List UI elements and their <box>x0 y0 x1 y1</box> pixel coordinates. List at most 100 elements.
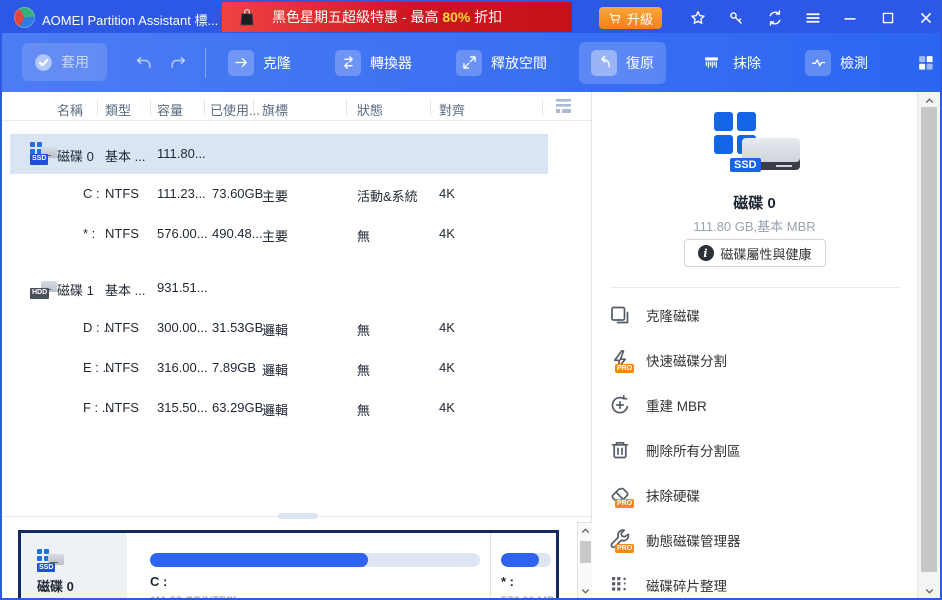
column-header-3[interactable]: 容量 <box>157 100 183 119</box>
cell-used: 63.29GB <box>212 400 264 415</box>
star-rate-icon[interactable] <box>688 8 708 28</box>
toolbar-button-2[interactable]: 轉換器 <box>323 42 424 84</box>
disk-map-strip[interactable]: SSD 磁碟 0 C : 111.23 GB(NTFS) * : 576.00 … <box>18 530 559 598</box>
close-button[interactable] <box>916 8 936 28</box>
app-window: AOMEI Partition Assistant 標... 黑色星期五超級特惠… <box>0 0 942 600</box>
cell-used: 31.53GB <box>212 320 264 335</box>
license-key-icon[interactable] <box>726 8 746 28</box>
maximize-button[interactable] <box>878 8 898 28</box>
cell-capacity: 316.00... <box>157 360 208 375</box>
table-rows: SSD 磁碟 0 基本 ... 111.80... C : NTFS 111.23... 73… <box>10 134 548 428</box>
info-icon: i <box>697 245 714 261</box>
partition-row[interactable]: C : NTFS 111.23... 73.60GB 主要 活動&系統 4K <box>10 174 548 214</box>
column-header-5[interactable]: 旗標 <box>262 100 288 119</box>
pro-badge: PRO <box>615 543 635 553</box>
column-header-6[interactable]: 狀態 <box>357 100 383 119</box>
tools-icon <box>912 50 938 76</box>
cell-capacity: 315.50... <box>157 400 208 415</box>
promo-banner[interactable]: 黑色星期五超級特惠 - 最高 80% 折扣 <box>222 2 572 32</box>
upgrade-button[interactable]: 升級 <box>599 7 663 29</box>
column-header-2[interactable]: 類型 <box>105 100 131 119</box>
toolbar-button-1[interactable]: 克隆 <box>216 42 303 84</box>
disk-row[interactable]: SSD 磁碟 0 基本 ... 111.80... <box>10 134 548 174</box>
toolbar-button-7[interactable]: 工具 <box>900 42 940 84</box>
ssd-disk-icon: SSD <box>30 142 57 166</box>
toolbar-button-5[interactable]: 抹除 <box>686 42 773 84</box>
cell-status: 無 <box>357 323 371 338</box>
cell-flag: 主要 <box>262 189 289 204</box>
header-separator <box>542 99 543 116</box>
cell-align: 4K <box>439 226 455 241</box>
column-header-1[interactable]: 名稱 <box>57 100 83 119</box>
toolbar-button-4[interactable]: 復原 <box>579 41 666 84</box>
rebuild-mbr-icon <box>608 393 632 417</box>
action-item-3[interactable]: 重建 MBR <box>592 382 917 427</box>
action-item-6[interactable]: PRO 動態磁碟管理器 <box>592 517 917 562</box>
toolbar-button-label: 轉換器 <box>370 54 412 71</box>
column-header-7[interactable]: 對齊 <box>439 100 465 119</box>
action-item-2[interactable]: PRO 快速磁碟分割 <box>592 337 917 382</box>
refresh-icon[interactable] <box>765 8 785 28</box>
toolbar-button-label: 克隆 <box>263 54 291 71</box>
cell-used: 7.89GB <box>212 360 257 375</box>
menu-icon[interactable] <box>803 8 823 28</box>
title-bar: AOMEI Partition Assistant 標... 黑色星期五超級特惠… <box>2 2 940 33</box>
action-label: 快速磁碟分割 <box>646 353 727 369</box>
cell-type: NTFS <box>105 226 139 241</box>
partition-label: C : <box>150 574 168 589</box>
cell-capacity: 111.80... <box>157 146 206 161</box>
toolbar-divider <box>205 48 206 78</box>
cell-type: NTFS <box>105 400 139 415</box>
apply-button[interactable]: 套用 <box>22 43 107 81</box>
partition-sub: 576.00 MB <box>501 595 554 598</box>
scrollbar-thumb[interactable] <box>580 541 591 563</box>
panel-scrollbar[interactable] <box>917 92 940 598</box>
partition-block-star[interactable]: * : 576.00 MB <box>491 533 556 598</box>
partition-row[interactable]: D : ... NTFS 300.00... 31.53GB 邏輯無 4K <box>10 308 548 348</box>
cell-status: 無 <box>357 363 371 378</box>
usage-bar <box>501 553 551 567</box>
cell-flag: 主要 <box>262 229 289 244</box>
partition-block-c[interactable]: C : 111.23 GB(NTFS) <box>127 533 491 598</box>
app-logo-icon <box>14 7 35 28</box>
action-item-1[interactable]: 克隆磁碟 <box>592 292 917 337</box>
action-label: 抹除硬碟 <box>646 488 700 504</box>
redo-button[interactable] <box>168 53 188 73</box>
cell-name: 磁碟 0 <box>57 149 94 164</box>
cell-name: C : <box>83 186 100 201</box>
partition-row[interactable]: F : ... NTFS 315.50... 63.29GB 邏輯無 4K <box>10 388 548 428</box>
panel-separator <box>610 287 900 288</box>
scroll-up-icon[interactable] <box>578 524 593 538</box>
scrollbar-thumb[interactable] <box>921 107 937 572</box>
promo-discount: 80% <box>442 9 471 25</box>
delete-all-partitions-icon <box>608 438 632 462</box>
toolbar-button-3[interactable]: 釋放空間 <box>444 42 559 84</box>
partition-row[interactable]: * : NTFS 576.00... 490.48... 主要 無 4K <box>10 214 548 254</box>
toolbar-button-label: 復原 <box>626 54 654 71</box>
header-separator <box>150 99 151 116</box>
scroll-down-icon[interactable] <box>578 584 593 598</box>
recover-icon <box>591 49 617 76</box>
disk-properties-button[interactable]: i 磁碟屬性與健康 <box>683 239 826 267</box>
toolbar-button-label: 釋放空間 <box>491 54 547 71</box>
scroll-down-icon[interactable] <box>918 584 940 598</box>
action-item-5[interactable]: PRO 抹除硬碟 <box>592 472 917 517</box>
undo-button[interactable] <box>134 53 154 73</box>
disk-row[interactable]: HDD 磁碟 1 基本 ... 931.51... <box>10 268 548 308</box>
view-options-icon[interactable] <box>550 96 574 116</box>
splitter-handle[interactable] <box>278 513 318 519</box>
scroll-up-icon[interactable] <box>918 94 940 108</box>
action-item-4[interactable]: 刪除所有分割區 <box>592 427 917 472</box>
cell-flag: 邏輯 <box>262 363 289 378</box>
defrag-icon <box>608 573 632 597</box>
cell-used: 73.60GB <box>212 186 264 201</box>
clone-disk-icon <box>608 303 632 327</box>
cell-capacity: 576.00... <box>157 226 208 241</box>
action-item-7[interactable]: 磁碟碎片整理 <box>592 562 917 598</box>
partition-row[interactable]: E : ... NTFS 316.00... 7.89GB 邏輯無 4K <box>10 348 548 388</box>
cell-type: NTFS <box>105 186 139 201</box>
toolbar-button-label: 抹除 <box>733 54 761 71</box>
minimize-button[interactable] <box>840 8 860 28</box>
toolbar-button-6[interactable]: 檢測 <box>793 42 880 84</box>
cell-capacity: 111.23... <box>157 186 206 201</box>
